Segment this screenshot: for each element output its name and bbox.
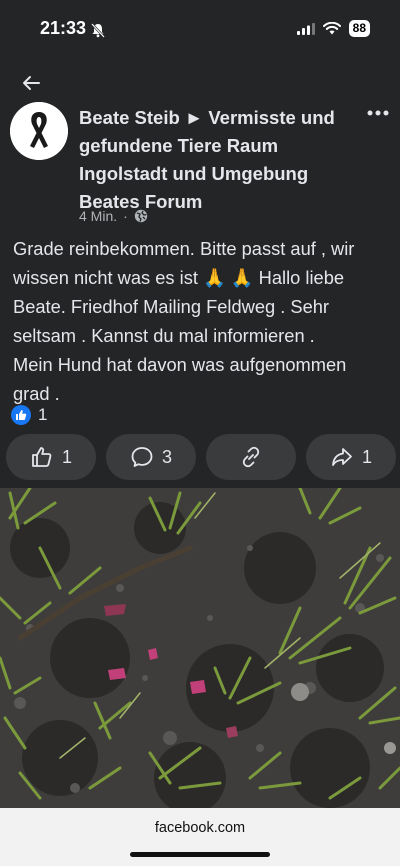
post-text: Grade reinbekommen. Bitte passt auf , wi… [13,234,391,408]
reaction-summary[interactable]: 1 [11,405,47,425]
link-icon [242,446,260,468]
status-time: 21:33 [40,18,87,38]
share-button[interactable]: 1 [306,434,396,480]
share-count: 1 [361,446,372,467]
post-text-line: grad . [13,383,60,404]
home-indicator[interactable] [130,852,270,857]
post-text-line: Mein Hund hat davon was aufgenommen [13,354,347,375]
status-bar: 21:33 88 [0,0,400,60]
comment-button[interactable]: 3 [106,434,196,480]
post-text-line: Grade reinbekommen. Bitte passt auf , wi… [13,238,355,259]
post-title-line: Ingolstadt und Umgebung [79,163,309,184]
cellular-signal-icon [296,22,315,35]
meta-separator: · [123,208,128,224]
action-bar: 1 3 1 [6,434,396,480]
post-text-line: seltsam . Kannst du mal informieren . [13,325,315,346]
bell-off-icon [91,23,105,38]
post-text-line: Beate. Friedhof Mailing Feldweg . Sehr [13,296,330,317]
share-arrow-icon [332,448,352,466]
back-arrow-icon[interactable] [20,72,42,94]
like-count: 1 [61,446,72,467]
post-photo[interactable] [0,488,400,808]
browser-bottom-bar: facebook.com [0,808,400,866]
copy-link-button[interactable] [206,434,296,480]
ground-photo-image [0,488,400,808]
comment-count: 3 [161,446,172,467]
url-label[interactable]: facebook.com [0,820,400,836]
thumbs-up-icon [32,447,52,467]
wifi-icon [322,22,341,35]
post-title[interactable]: Beate Steib ► Vermisste und gefundene Ti… [79,104,349,216]
like-button[interactable]: 1 [6,434,96,480]
more-options-icon[interactable] [366,108,390,118]
avatar[interactable] [10,102,68,160]
battery-indicator: 88 [348,20,370,37]
globe-icon [134,209,147,223]
comment-bubble-icon [131,447,153,467]
navigation-bar [0,60,400,102]
post-text-line: wissen nicht was es ist 🙏 🙏 Hallo liebe [13,267,345,288]
like-reaction-icon [11,405,31,425]
post-time[interactable]: 4 Min. [79,208,117,224]
post-meta: 4 Min. · [79,208,148,224]
mourning-ribbon-icon [10,102,68,160]
post-title-line: Beate Steib ► Vermisste und [79,107,335,128]
post-header: Beate Steib ► Vermisste und gefundene Ti… [0,102,400,232]
reaction-count: 1 [38,405,48,424]
post-title-line: gefundene Tiere Raum [79,135,279,156]
